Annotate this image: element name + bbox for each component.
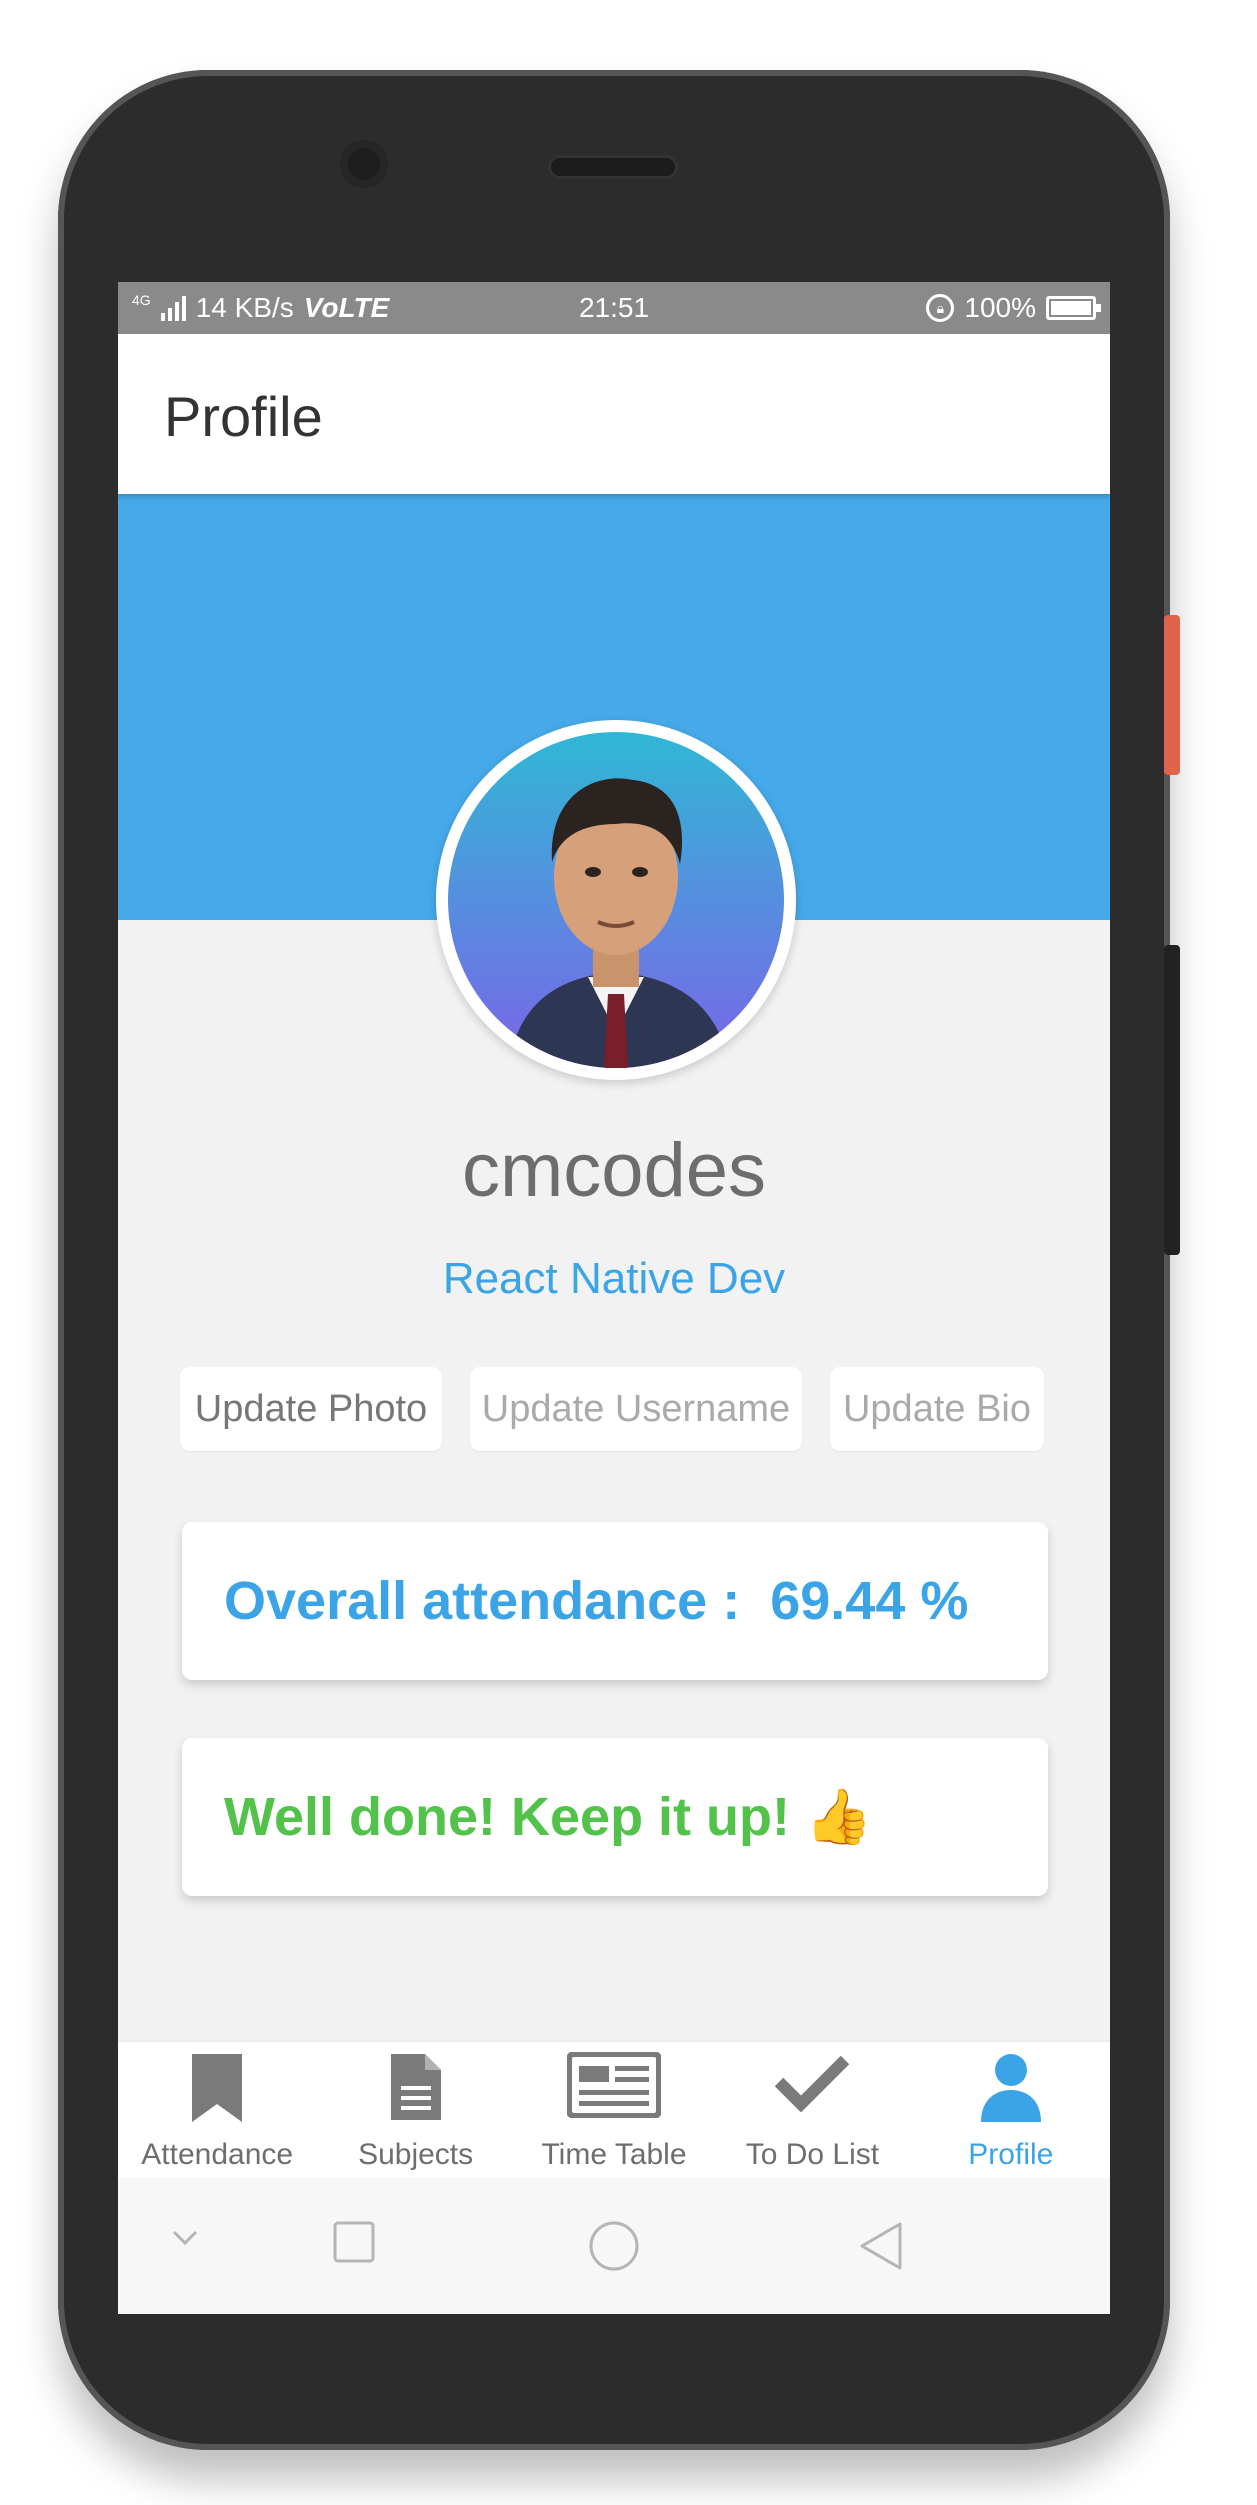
tab-profile[interactable]: Profile xyxy=(912,2042,1110,2180)
tab-label: Time Table xyxy=(541,2138,687,2171)
avatar-photo xyxy=(448,732,784,1068)
front-camera xyxy=(340,140,388,188)
attendance-card: Overall attendance : 69.44 % xyxy=(182,1522,1048,1680)
tab-label: Subjects xyxy=(358,2138,474,2171)
tab-label: Attendance xyxy=(141,2138,294,2171)
tab-label: Profile xyxy=(968,2138,1054,2171)
power-button xyxy=(1164,615,1180,775)
app-header: Profile xyxy=(118,334,1110,494)
tab-subjects[interactable]: Subjects xyxy=(316,2042,514,2180)
user-icon xyxy=(980,2054,1041,2122)
update-photo-button[interactable]: Update Photo xyxy=(180,1367,442,1451)
attendance-label: Overall attendance : xyxy=(224,1571,741,1631)
chevron-down-icon[interactable] xyxy=(168,2220,202,2254)
earpiece-speaker xyxy=(548,155,678,179)
tab-time-table[interactable]: Time Table xyxy=(515,2042,713,2180)
volume-button xyxy=(1164,945,1180,1255)
check-icon xyxy=(775,2055,850,2112)
bottom-tab-bar: Attendance Subjects Time Table To Do Lis… xyxy=(118,2040,1110,2180)
page-title: Profile xyxy=(164,385,323,448)
avatar[interactable] xyxy=(436,720,796,1080)
bookmark-icon xyxy=(192,2054,243,2122)
document-icon xyxy=(390,2054,441,2120)
newspaper-icon xyxy=(567,2052,662,2118)
status-bar: 4G 14 KB/s VoLTE 21:51 🔒︎ 100% xyxy=(118,282,1110,334)
tab-label: To Do List xyxy=(745,2138,880,2171)
thumbs-up-icon: 👍 xyxy=(805,1787,873,1847)
update-username-button[interactable]: Update Username xyxy=(470,1367,802,1451)
username: cmcodes xyxy=(461,1128,767,1213)
update-bio-button[interactable]: Update Bio xyxy=(830,1367,1044,1451)
back-button[interactable] xyxy=(858,2220,904,2272)
encouragement-text: Well done! Keep it up! xyxy=(224,1787,790,1847)
battery-percent: 100% xyxy=(964,292,1036,323)
system-nav-bar xyxy=(118,2178,1110,2314)
rotation-lock-icon: 🔒︎ xyxy=(926,294,955,322)
home-button[interactable] xyxy=(588,2220,640,2272)
person-illustration xyxy=(508,778,730,1068)
tab-attendance[interactable]: Attendance xyxy=(118,2042,316,2180)
app-screen: 4G 14 KB/s VoLTE 21:51 🔒︎ 100% Profile c… xyxy=(118,282,1110,2314)
user-bio: React Native Dev xyxy=(442,1254,786,1303)
tab-to-do-list[interactable]: To Do List xyxy=(713,2042,911,2180)
attendance-value: 69.44 % xyxy=(770,1571,969,1631)
battery-icon xyxy=(1046,296,1101,320)
recents-button[interactable] xyxy=(332,2220,376,2264)
encouragement-card: Well done! Keep it up! 👍 xyxy=(182,1738,1048,1896)
